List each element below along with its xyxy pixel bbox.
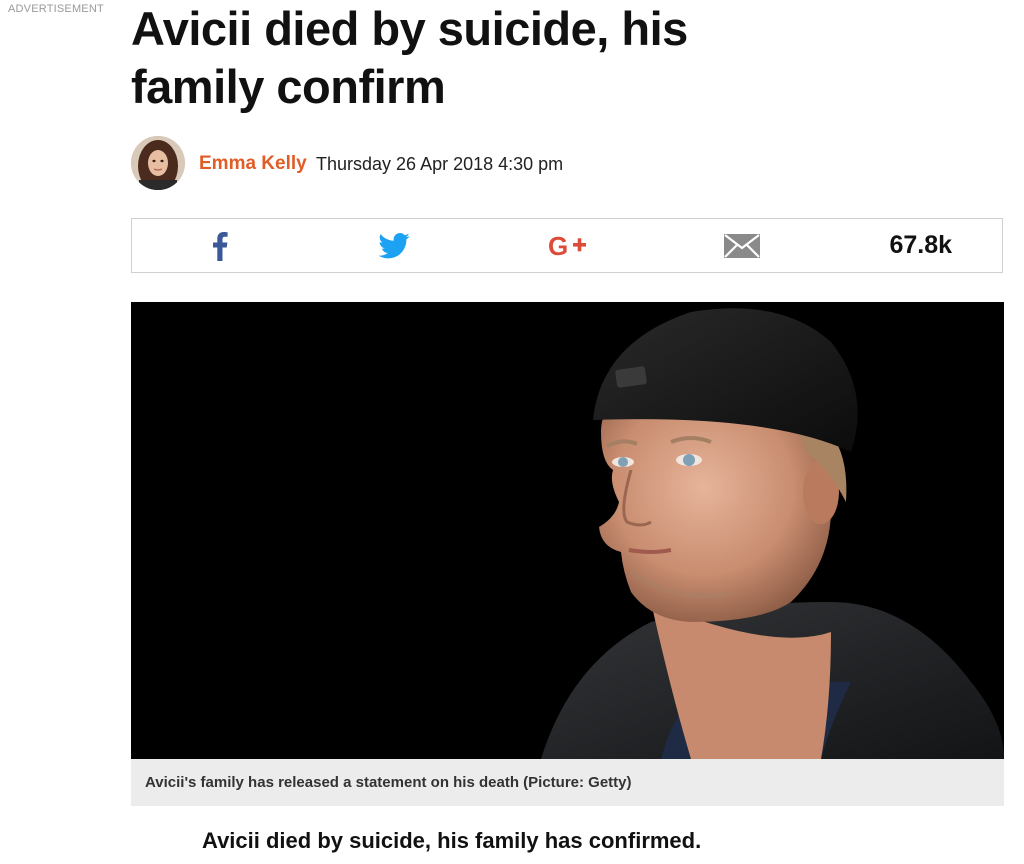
article-headline: Avicii died by suicide, his family confi… [131,2,688,113]
google-plus-share-button[interactable]: G [544,219,594,272]
share-bar: G 67.8k [131,218,1003,273]
image-caption-box: Avicii's family has released a statement… [131,759,1004,806]
twitter-share-button[interactable] [372,219,416,272]
article-hero-image [131,302,1004,759]
svg-text:G: G [548,233,568,259]
author-avatar[interactable] [131,136,185,190]
image-caption: Avicii's family has released a statement… [145,774,632,791]
twitter-icon [378,232,410,258]
email-share-button[interactable] [720,219,764,272]
share-count: 67.8k [889,231,952,259]
publish-date: Thursday 26 Apr 2018 4:30 pm [316,154,564,174]
facebook-share-button[interactable] [200,219,240,272]
facebook-icon [213,231,228,261]
byline: Emma Kelly Thursday 26 Apr 2018 4:30 pm [131,136,831,192]
article-lead: Avicii died by suicide, his family has c… [202,828,702,853]
google-plus-icon: G [548,233,586,259]
author-link[interactable]: Emma Kelly [199,153,307,175]
portrait-photo [131,302,1004,759]
email-icon [724,233,760,258]
advertisement-label: ADVERTISEMENT [8,3,104,15]
